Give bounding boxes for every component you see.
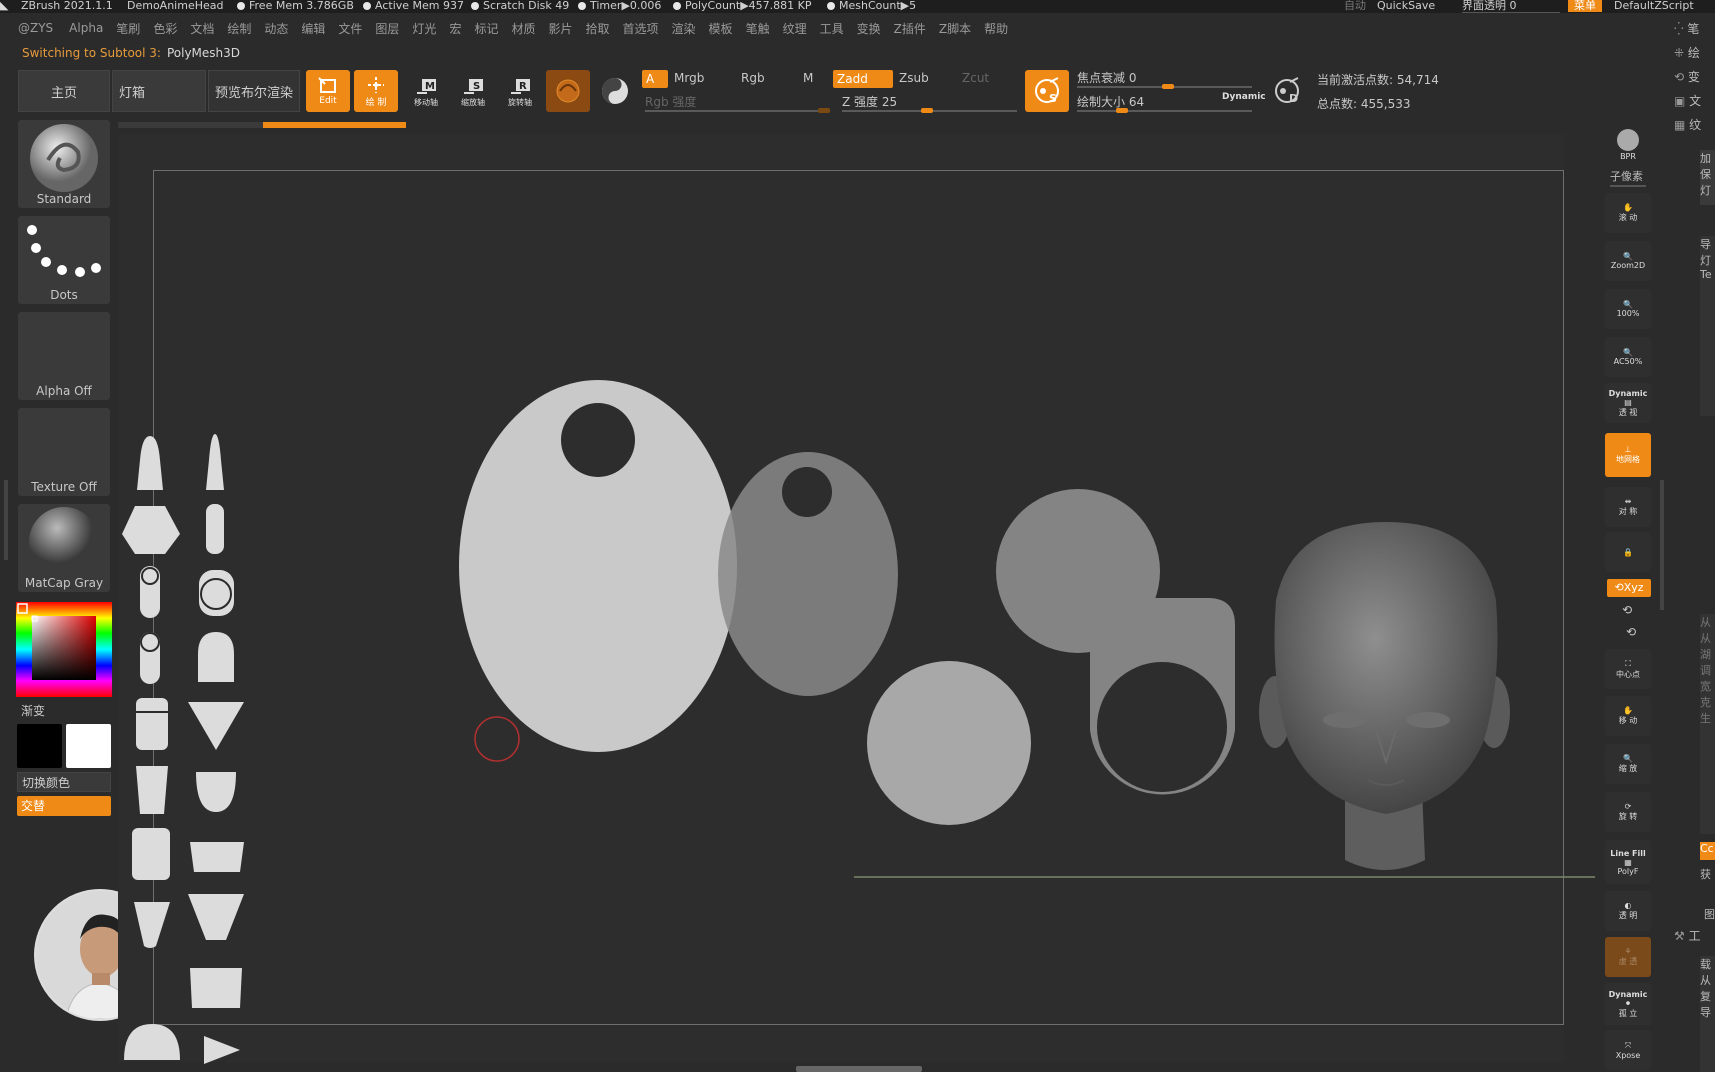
palette-brush[interactable]: ⁛ 笔 bbox=[1674, 20, 1699, 37]
ghost-icon: ⚘ bbox=[1624, 947, 1632, 956]
bpr-render-button[interactable]: BPR bbox=[1605, 124, 1651, 164]
play-triangle-shape bbox=[204, 1036, 240, 1064]
polyframe-button[interactable]: Line Fill ▦ PolyF bbox=[1605, 840, 1651, 884]
capsule-shape bbox=[206, 504, 224, 554]
primitive-shapes-column bbox=[122, 434, 244, 1064]
transparency-button[interactable]: ◐ 透 明 bbox=[1605, 891, 1651, 931]
zoom2d-icon: 🔍 bbox=[1623, 252, 1633, 261]
palette-tool[interactable]: ⚒ 工 bbox=[1674, 927, 1701, 944]
xpose-icon: ⤧ bbox=[1624, 1040, 1632, 1050]
cup-shape bbox=[190, 968, 242, 1008]
left-shelf-divider[interactable] bbox=[4, 480, 8, 560]
can-shape bbox=[136, 698, 168, 750]
sphere-mesh[interactable] bbox=[867, 661, 1031, 825]
palette-transform[interactable]: ⟲ 变 bbox=[1674, 68, 1700, 85]
rotate-xyz-icon: ⟲ bbox=[1614, 581, 1624, 594]
symmetry-button[interactable]: ⇹ 对 称 bbox=[1605, 487, 1651, 527]
palette-panel-2[interactable]: 导灯 Te bbox=[1700, 236, 1715, 416]
solo-button[interactable]: Dynamic ⚫ 孤 立 bbox=[1605, 983, 1651, 1025]
hand-icon: ✋ bbox=[1623, 203, 1633, 212]
brush-cursor bbox=[474, 716, 520, 762]
palette-panel-3[interactable]: 从从湖调宽克生 bbox=[1700, 614, 1715, 834]
block-shape bbox=[132, 828, 170, 880]
rotate-z-icon[interactable]: ⟲ bbox=[1626, 625, 1636, 639]
palette-panel-4[interactable]: 载从复导 bbox=[1700, 956, 1715, 1072]
dome-shape bbox=[124, 1024, 180, 1060]
ellipse-hole bbox=[561, 403, 635, 477]
local-lock-button[interactable]: 🔒 bbox=[1605, 532, 1651, 572]
rotate-y-icon[interactable]: ⟲ bbox=[1622, 603, 1632, 617]
hexagon-shape bbox=[122, 506, 180, 554]
perspective-button[interactable]: Dynamic ▤ 透 视 bbox=[1605, 383, 1651, 423]
actual-size-button[interactable]: 🔍 100% bbox=[1605, 289, 1651, 329]
symmetry-icon: ⇹ bbox=[1624, 497, 1632, 506]
medium-ellipse-hole bbox=[782, 467, 832, 517]
scroll-button[interactable]: ✋ 滚 动 bbox=[1605, 193, 1651, 233]
canvas-scene[interactable] bbox=[0, 0, 1715, 1072]
cone-shape bbox=[137, 436, 163, 490]
palette-item-image[interactable]: 图 bbox=[1704, 906, 1715, 922]
zoom-ac50-icon: 🔍 bbox=[1623, 348, 1633, 357]
rotate-view-icon: ⟳ bbox=[1624, 802, 1632, 811]
triangle-shape bbox=[188, 702, 244, 750]
polyframe-icon: ▦ bbox=[1624, 857, 1632, 867]
cylinder-shape-2 bbox=[140, 632, 160, 684]
zoom2d-button[interactable]: 🔍 Zoom2D bbox=[1605, 241, 1651, 281]
palette-item-get[interactable]: 获 bbox=[1700, 866, 1711, 882]
transparency-icon: ◐ bbox=[1624, 901, 1632, 910]
floor-icon: ⊥ bbox=[1624, 445, 1632, 454]
palette-orange-tab[interactable]: Cc bbox=[1700, 842, 1715, 860]
floor-button[interactable]: ⊥ 地网格 bbox=[1605, 433, 1651, 477]
ring-hole bbox=[1097, 662, 1227, 792]
bowl-shape bbox=[196, 772, 236, 812]
arch-shape bbox=[198, 632, 234, 682]
rotate-view-button[interactable]: ⟳ 旋 转 bbox=[1605, 792, 1651, 832]
move-view-button[interactable]: ✋ 移 动 bbox=[1605, 696, 1651, 736]
zoom-100-icon: 🔍 bbox=[1623, 300, 1633, 309]
solo-icon: ⚫ bbox=[1624, 998, 1632, 1008]
xyz-button[interactable]: ⟲Xyz bbox=[1607, 579, 1651, 597]
tool-palette-strip: ⁛ 笔 ⁜ 绘 ⟲ 变 ▣ 文 ▦ 纹 加保灯 导灯 Te 从从湖调宽克生 Cc … bbox=[1672, 14, 1715, 1072]
scale-view-icon: 🔍 bbox=[1623, 754, 1633, 763]
spike-shape bbox=[206, 434, 224, 490]
right-shelf-divider[interactable] bbox=[1660, 480, 1664, 610]
bottom-tray-handle[interactable] bbox=[796, 1066, 922, 1072]
wedge-shape bbox=[134, 902, 170, 948]
palette-texture[interactable]: ▦ 纹 bbox=[1674, 116, 1701, 133]
palette-document[interactable]: ▣ 文 bbox=[1674, 92, 1701, 109]
taper-shape bbox=[136, 766, 168, 814]
palette-panel-1[interactable]: 加保灯 bbox=[1700, 150, 1715, 205]
subpixel-label: 子像素 bbox=[1610, 170, 1643, 183]
half-size-button[interactable]: 🔍 AC50% bbox=[1605, 337, 1651, 377]
ghost-button[interactable]: ⚘ 虚 透 bbox=[1605, 937, 1651, 977]
inverted-trapezoid-shape bbox=[188, 894, 244, 940]
move-hand-icon: ✋ bbox=[1623, 706, 1633, 715]
subpixel-slider[interactable] bbox=[1610, 185, 1646, 187]
frame-button[interactable]: ⛶ 中心点 bbox=[1605, 649, 1651, 689]
scale-view-button[interactable]: 🔍 缩 放 bbox=[1605, 744, 1651, 784]
bpr-sphere-icon bbox=[1617, 128, 1639, 151]
anime-head-mesh[interactable] bbox=[1259, 522, 1510, 870]
lock-icon: 🔒 bbox=[1623, 547, 1633, 557]
perspective-icon: ▤ bbox=[1624, 397, 1632, 407]
xpose-button[interactable]: ⤧ Xpose bbox=[1605, 1030, 1651, 1070]
frame-icon: ⛶ bbox=[1625, 658, 1631, 668]
trapezoid-shape bbox=[190, 842, 244, 872]
palette-draw[interactable]: ⁜ 绘 bbox=[1674, 44, 1700, 61]
